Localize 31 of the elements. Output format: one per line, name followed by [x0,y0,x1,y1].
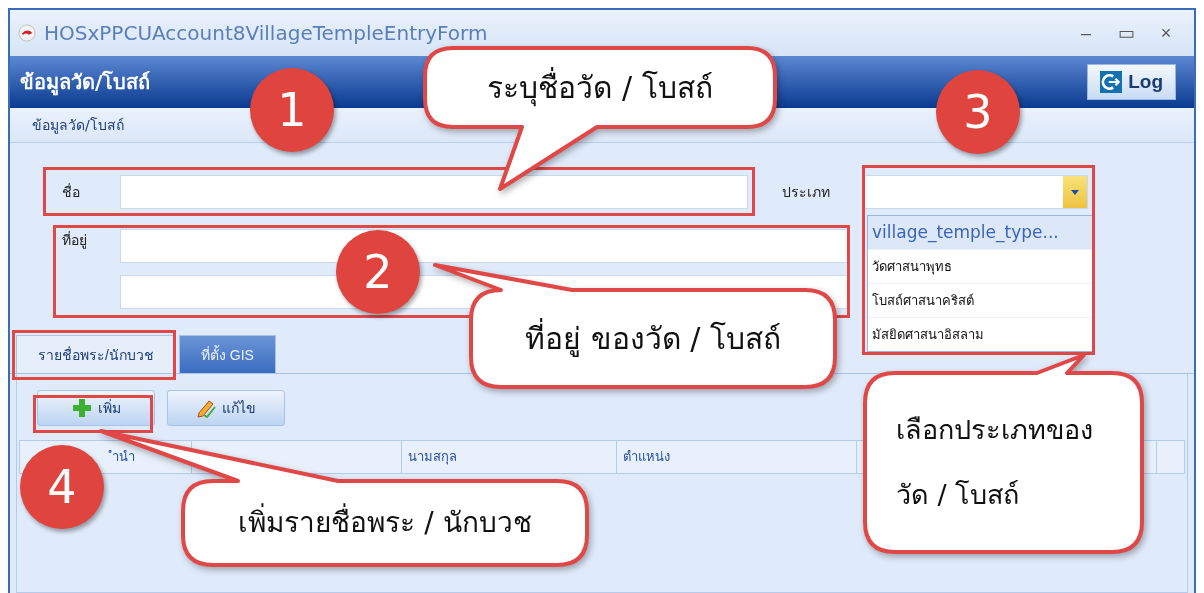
dropdown-option[interactable]: มัสยิดศาสนาอิสลาม [868,317,1092,351]
callout-text: ที่อยู่ ของวัด / โบสถ์ [471,290,835,387]
header-title: ข้อมูลวัด/โบสถ์ [20,69,151,98]
window-title: HOSxPPCUAccount8VillageTempleEntryForm [44,21,488,45]
pencil-icon [196,398,216,418]
field-label: ชื่อ [62,182,81,202]
callout-text: ระบุชื่อวัด / โบสถ์ [425,48,775,127]
dropdown-option[interactable]: วัดศาสนาพุทธ [868,249,1092,283]
logout-icon [1100,71,1123,93]
field-label: ประเภท [782,183,831,202]
column-header: ตำแหน่ง [617,441,857,473]
dropdown-option[interactable]: โบสถ์ศาสนาคริสต์ [868,283,1092,317]
name-field[interactable] [120,175,748,209]
column-header: นามสกุล [402,441,617,473]
add-button[interactable]: เพิ่ม [37,390,155,426]
breadcrumb: ข้อมูลวัด/โบสถ์ [32,116,124,136]
caret-icon [1071,189,1079,195]
maximize-button[interactable]: ▭ [1106,22,1146,44]
edit-button[interactable]: แก้ไข [167,390,285,426]
log-button[interactable]: Log [1087,64,1176,100]
callout-text: เลือกประเภทของ วัด / โบสถ์ [895,413,1094,512]
dropdown-header: village_temple_type... [868,216,1092,249]
field-label: ที่อยู่ [62,230,88,251]
plus-icon [71,398,92,418]
tab[interactable]: ที่ตั้ง GIS [178,335,276,373]
dropdown-button[interactable] [1063,176,1087,208]
tab[interactable]: รายชื่อพระ/นักบวช [16,335,176,373]
minimize-button[interactable]: – [1066,22,1106,44]
callout-text: เพิ่มรายชื่อพระ / นักบวช [237,502,533,541]
close-button[interactable]: × [1146,22,1186,44]
app-icon [18,24,36,42]
